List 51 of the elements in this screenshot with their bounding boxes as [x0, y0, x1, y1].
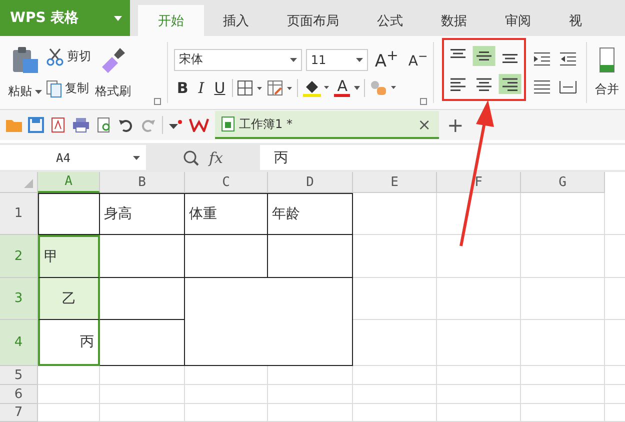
underline-button[interactable]: U	[211, 79, 228, 98]
cell-text: 丙	[80, 333, 94, 351]
merge-button[interactable]: 合并	[588, 36, 625, 109]
row-header[interactable]: 5	[0, 366, 38, 385]
function-button[interactable]: fx	[208, 148, 223, 166]
ribbon-tab[interactable]: 公式	[358, 5, 422, 36]
column-header[interactable]: E	[353, 172, 437, 193]
app-name: WPS 表格	[10, 9, 79, 27]
shrink-font-button[interactable]: A$^{−}$	[405, 49, 431, 70]
selected-cell[interactable]: 丙	[38, 320, 100, 366]
ribbon-tab[interactable]: 审阅	[486, 5, 550, 36]
bold-button[interactable]: B	[174, 79, 192, 98]
grow-font-button[interactable]: A$^{+}$	[372, 48, 402, 72]
name-box[interactable]: A4	[0, 145, 146, 170]
app-logo[interactable]: WPS 表格	[0, 0, 130, 36]
row-header[interactable]: 1	[0, 193, 38, 235]
close-tab-button[interactable]: ×	[416, 114, 433, 134]
cell-text: 身高	[104, 205, 132, 223]
table-cell[interactable]: 年龄	[268, 193, 353, 235]
column-header[interactable]: D	[268, 172, 353, 193]
document-tab[interactable]: 工作簿1 * ×	[215, 111, 439, 139]
table-cell[interactable]: 身高	[100, 193, 185, 235]
cell-text: 甲	[44, 248, 58, 266]
font-name-field[interactable]: 宋体	[174, 48, 302, 70]
table-cell[interactable]: 体重	[185, 193, 268, 235]
format-painter-button[interactable]: 格式刷	[95, 45, 131, 100]
column-header[interactable]: B	[100, 172, 185, 193]
new-tab-button[interactable]: +	[445, 113, 466, 137]
ribbon-tab[interactable]: 页面布局	[268, 5, 358, 36]
italic-button[interactable]: I	[195, 79, 208, 98]
copy-button[interactable]: 复制	[46, 80, 91, 98]
column-header[interactable]: F	[437, 172, 521, 193]
cell-text: 年龄	[272, 205, 300, 223]
font-color-button[interactable]: A	[334, 79, 350, 98]
row-header[interactable]: 7	[0, 404, 38, 422]
selected-cell[interactable]: 乙	[38, 278, 100, 320]
cut-button[interactable]: 剪切	[46, 48, 91, 66]
paste-button[interactable]: 粘贴	[8, 45, 42, 100]
cell-text: 体重	[189, 205, 217, 223]
ribbon-tab[interactable]: 数据	[422, 5, 486, 36]
ribbon-tab[interactable]: 开始	[138, 5, 204, 36]
cell-text: 乙	[62, 290, 76, 308]
font-size-field[interactable]: 11	[306, 48, 368, 70]
column-header[interactable]: G	[521, 172, 605, 193]
ribbon-tab[interactable]: 视	[550, 5, 601, 36]
ribbon-tab[interactable]: 插入	[204, 5, 268, 36]
row-header[interactable]: 6	[0, 385, 38, 404]
selected-cell[interactable]: 甲	[38, 235, 100, 278]
document-title: 工作簿1 *	[239, 116, 294, 132]
column-header[interactable]: C	[185, 172, 268, 193]
formula-field[interactable]: 丙	[260, 145, 625, 170]
